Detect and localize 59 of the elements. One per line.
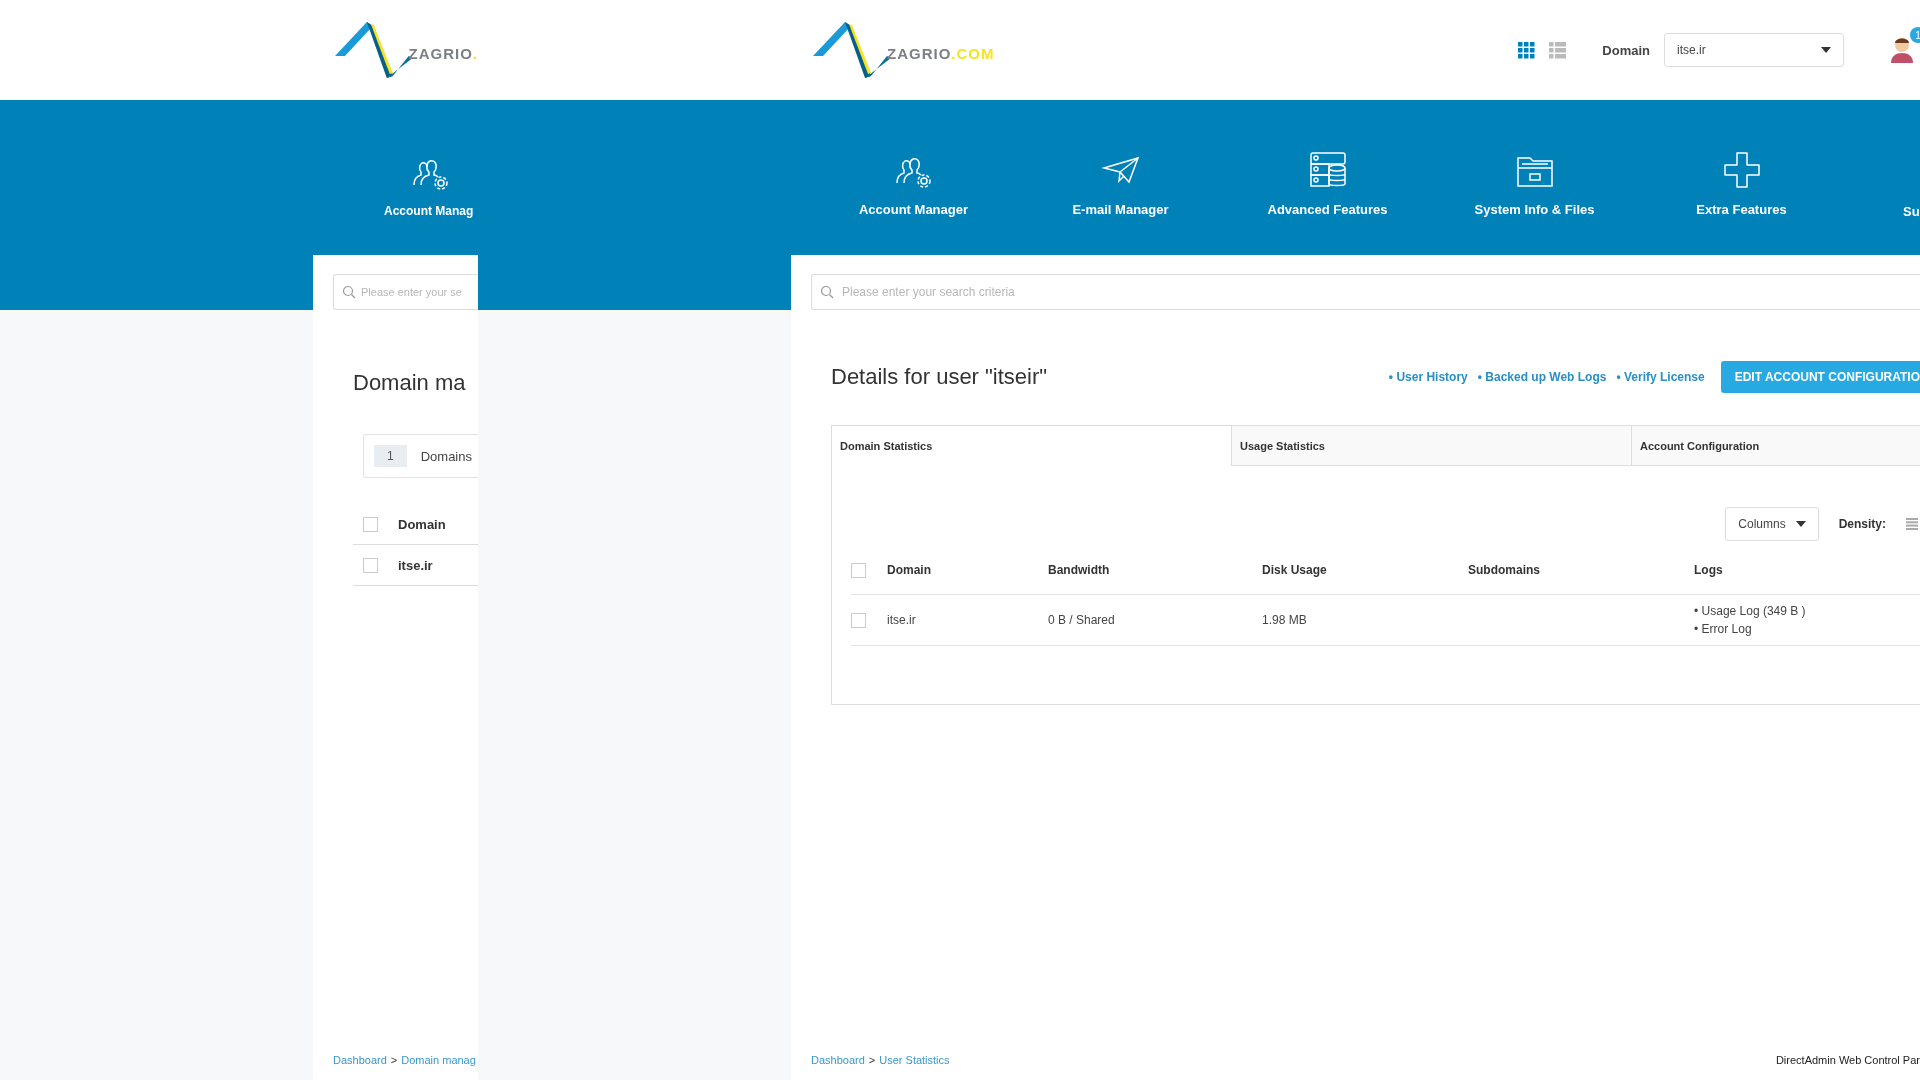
tab[interactable]: Usage Statistics [1231, 426, 1631, 466]
server-database-icon [1307, 150, 1348, 190]
search-icon [342, 285, 356, 299]
logo-text: ZAGRIO. [408, 44, 478, 62]
table-cell-text: 0 B / Shared [1048, 613, 1116, 627]
domain-select[interactable]: itse.ir [1664, 33, 1844, 67]
caret-icon [1821, 47, 1831, 53]
density-label: Density: [1838, 517, 1886, 531]
action-link[interactable]: • User History [1388, 370, 1468, 384]
search-icon [820, 285, 834, 299]
search-field[interactable]: Please enter your search criteria [811, 274, 1920, 310]
row-checkbox[interactable] [363, 557, 378, 573]
search-field[interactable]: Please enter your se [333, 274, 478, 310]
log-link[interactable]: • Error Log [1694, 622, 1920, 636]
column-header: Subdomains [1468, 563, 1541, 577]
list-view-icon [1549, 41, 1567, 59]
nav-item[interactable]: Su [1903, 204, 1920, 219]
count-badge: 1 [374, 445, 407, 467]
page-heading: Domain ma [353, 370, 467, 396]
column-header: Bandwidth [1048, 563, 1111, 577]
action-link[interactable]: • Backed up Web Logs [1477, 370, 1607, 384]
column-header: Domain [887, 563, 932, 577]
table-cell-text: itse.ir [887, 613, 917, 627]
nav-item[interactable]: Account Manager [858, 202, 969, 217]
breadcrumb-separator: > [390, 1054, 398, 1066]
edit-configuration-button[interactable]: EDIT ACCOUNT CONFIGURATIO [1720, 361, 1920, 393]
grid-view-icon [1518, 41, 1536, 59]
density-icon[interactable] [1906, 518, 1918, 530]
column-header: Logs [1694, 563, 1724, 577]
tab[interactable]: Account Configuration [1631, 426, 1920, 466]
nav-item[interactable]: Advanced Features [1267, 202, 1388, 217]
breadcrumb-link[interactable]: Dashboard [811, 1054, 865, 1066]
table-cell-text: 1.98 MB [1262, 613, 1308, 627]
log-link[interactable]: • Usage Log (349 B ) [1694, 604, 1920, 618]
columns-button[interactable]: Columns [1725, 507, 1819, 541]
footer-text: DirectAdmin Web Control Par [1775, 1054, 1920, 1066]
table-cell: itse.ir [398, 557, 433, 573]
caret-icon [1795, 521, 1806, 527]
breadcrumb-link[interactable]: Dashboard [333, 1054, 387, 1066]
action-link[interactable]: • Verify License [1616, 370, 1705, 384]
domain-label: Domain [1602, 42, 1650, 58]
count-label: Domains [420, 448, 472, 464]
nav-item[interactable]: Extra Features [1696, 202, 1787, 217]
notification-badge: 1 [1910, 27, 1920, 43]
column-header: Domain [398, 516, 446, 532]
breadcrumb-link[interactable]: Domain manag [401, 1054, 476, 1066]
row-checkbox[interactable] [851, 612, 866, 628]
logo-text: ZAGRIO.COM [887, 44, 995, 62]
column-header: Disk Usage [1262, 563, 1328, 577]
page-heading: Details for user "itseir" [831, 364, 1048, 390]
nav-item[interactable]: System Info & Files [1474, 202, 1595, 217]
breadcrumb-link[interactable]: User Statistics [879, 1054, 950, 1066]
nav-item[interactable]: E-mail Manager [1072, 202, 1169, 217]
avatar-icon[interactable] [1890, 37, 1914, 63]
plus-icon [1721, 150, 1762, 190]
nav-item[interactable]: Account Manag [384, 204, 474, 218]
select-all-checkbox[interactable] [851, 562, 866, 578]
select-all-checkbox[interactable] [363, 516, 378, 532]
breadcrumb-separator: > [868, 1054, 876, 1066]
